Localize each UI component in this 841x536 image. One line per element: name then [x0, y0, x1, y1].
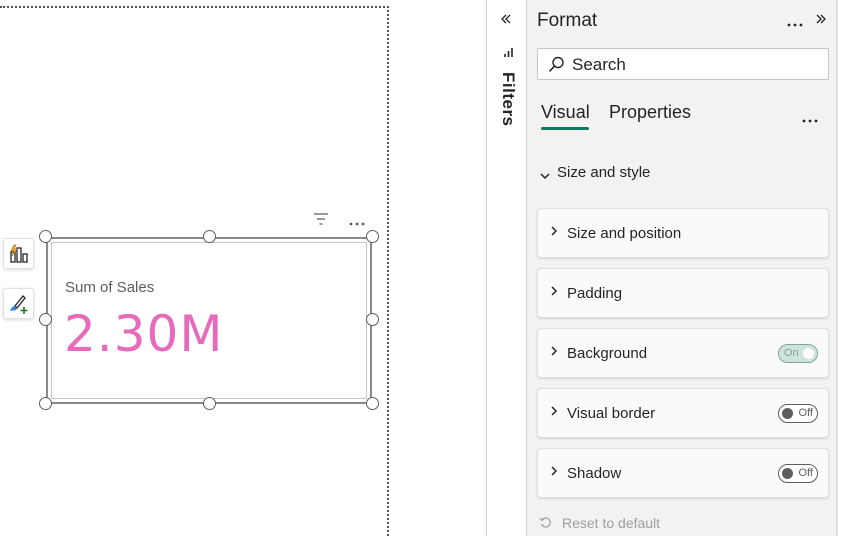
tab-properties[interactable]: Properties	[609, 102, 691, 123]
build-visual-button[interactable]	[3, 238, 34, 269]
reset-icon	[539, 516, 552, 534]
visual-more-options-button[interactable]	[349, 214, 365, 232]
toggle-label: Off	[798, 467, 813, 479]
chevron-down-icon[interactable]	[539, 168, 551, 186]
more-options-icon	[349, 222, 365, 226]
resize-handle-bottom-left[interactable]	[39, 397, 52, 410]
chevron-right-icon	[551, 226, 558, 236]
resize-handle-top[interactable]	[203, 230, 216, 243]
double-chevron-right-icon	[816, 14, 826, 24]
collapse-pane-button[interactable]	[815, 12, 827, 30]
card-label: Background	[567, 345, 648, 362]
card-size-and-position[interactable]: Size and position	[537, 208, 829, 258]
visual-border-toggle[interactable]: Off	[778, 404, 818, 423]
chevron-right-icon	[551, 286, 558, 296]
shadow-toggle[interactable]: Off	[778, 464, 818, 483]
search-placeholder: Search	[572, 55, 626, 74]
chevron-right-icon	[551, 466, 558, 476]
resize-handle-right[interactable]	[366, 313, 379, 326]
card-background[interactable]: Background On	[537, 328, 829, 378]
resize-handle-bottom[interactable]	[203, 397, 216, 410]
toggle-knob	[782, 468, 793, 479]
card-label: Size and position	[567, 225, 682, 242]
format-visual-button[interactable]	[3, 288, 34, 319]
toggle-label: On	[784, 347, 799, 359]
pane-title: Format	[537, 10, 598, 31]
reset-to-default-button[interactable]: Reset to default	[562, 515, 660, 531]
active-tab-indicator	[541, 127, 589, 130]
paintbrush-add-icon	[9, 294, 27, 314]
chevron-right-icon	[551, 406, 558, 416]
tab-visual[interactable]: Visual	[541, 102, 590, 123]
card-visual-label: Sum of Sales	[65, 279, 155, 296]
toggle-knob	[782, 408, 793, 419]
chevron-right-icon	[551, 346, 558, 356]
card-label: Visual border	[567, 405, 656, 422]
card-label: Padding	[567, 285, 623, 302]
more-options-icon	[787, 23, 803, 27]
filters-label: Filters	[499, 72, 518, 127]
card-shadow[interactable]: Shadow Off	[537, 448, 829, 498]
card-visual-value: 2.30M	[64, 305, 224, 363]
pane-more-options-button[interactable]	[787, 15, 803, 33]
resize-handle-top-right[interactable]	[366, 230, 379, 243]
card-padding[interactable]: Padding	[537, 268, 829, 318]
filter-lines-icon	[314, 213, 328, 225]
card-visual-border[interactable]: Visual border Off	[537, 388, 829, 438]
resize-handle-top-left[interactable]	[39, 230, 52, 243]
search-icon	[548, 56, 565, 78]
section-size-and-style[interactable]: Size and style	[557, 164, 650, 181]
resize-handle-left[interactable]	[39, 313, 52, 326]
more-options-icon	[802, 119, 818, 123]
filter-funnel-icon	[503, 46, 515, 64]
toggle-label: Off	[798, 407, 813, 419]
tabs-more-options-button[interactable]	[802, 111, 818, 129]
background-toggle[interactable]: On	[778, 344, 818, 363]
resize-handle-bottom-right[interactable]	[366, 397, 379, 410]
toggle-knob	[803, 348, 814, 359]
build-visual-icon	[9, 244, 28, 263]
filter-visual-button[interactable]	[313, 212, 329, 231]
double-chevron-left-icon	[501, 14, 511, 24]
card-label: Shadow	[567, 465, 622, 482]
expand-filters-button[interactable]	[500, 12, 512, 30]
